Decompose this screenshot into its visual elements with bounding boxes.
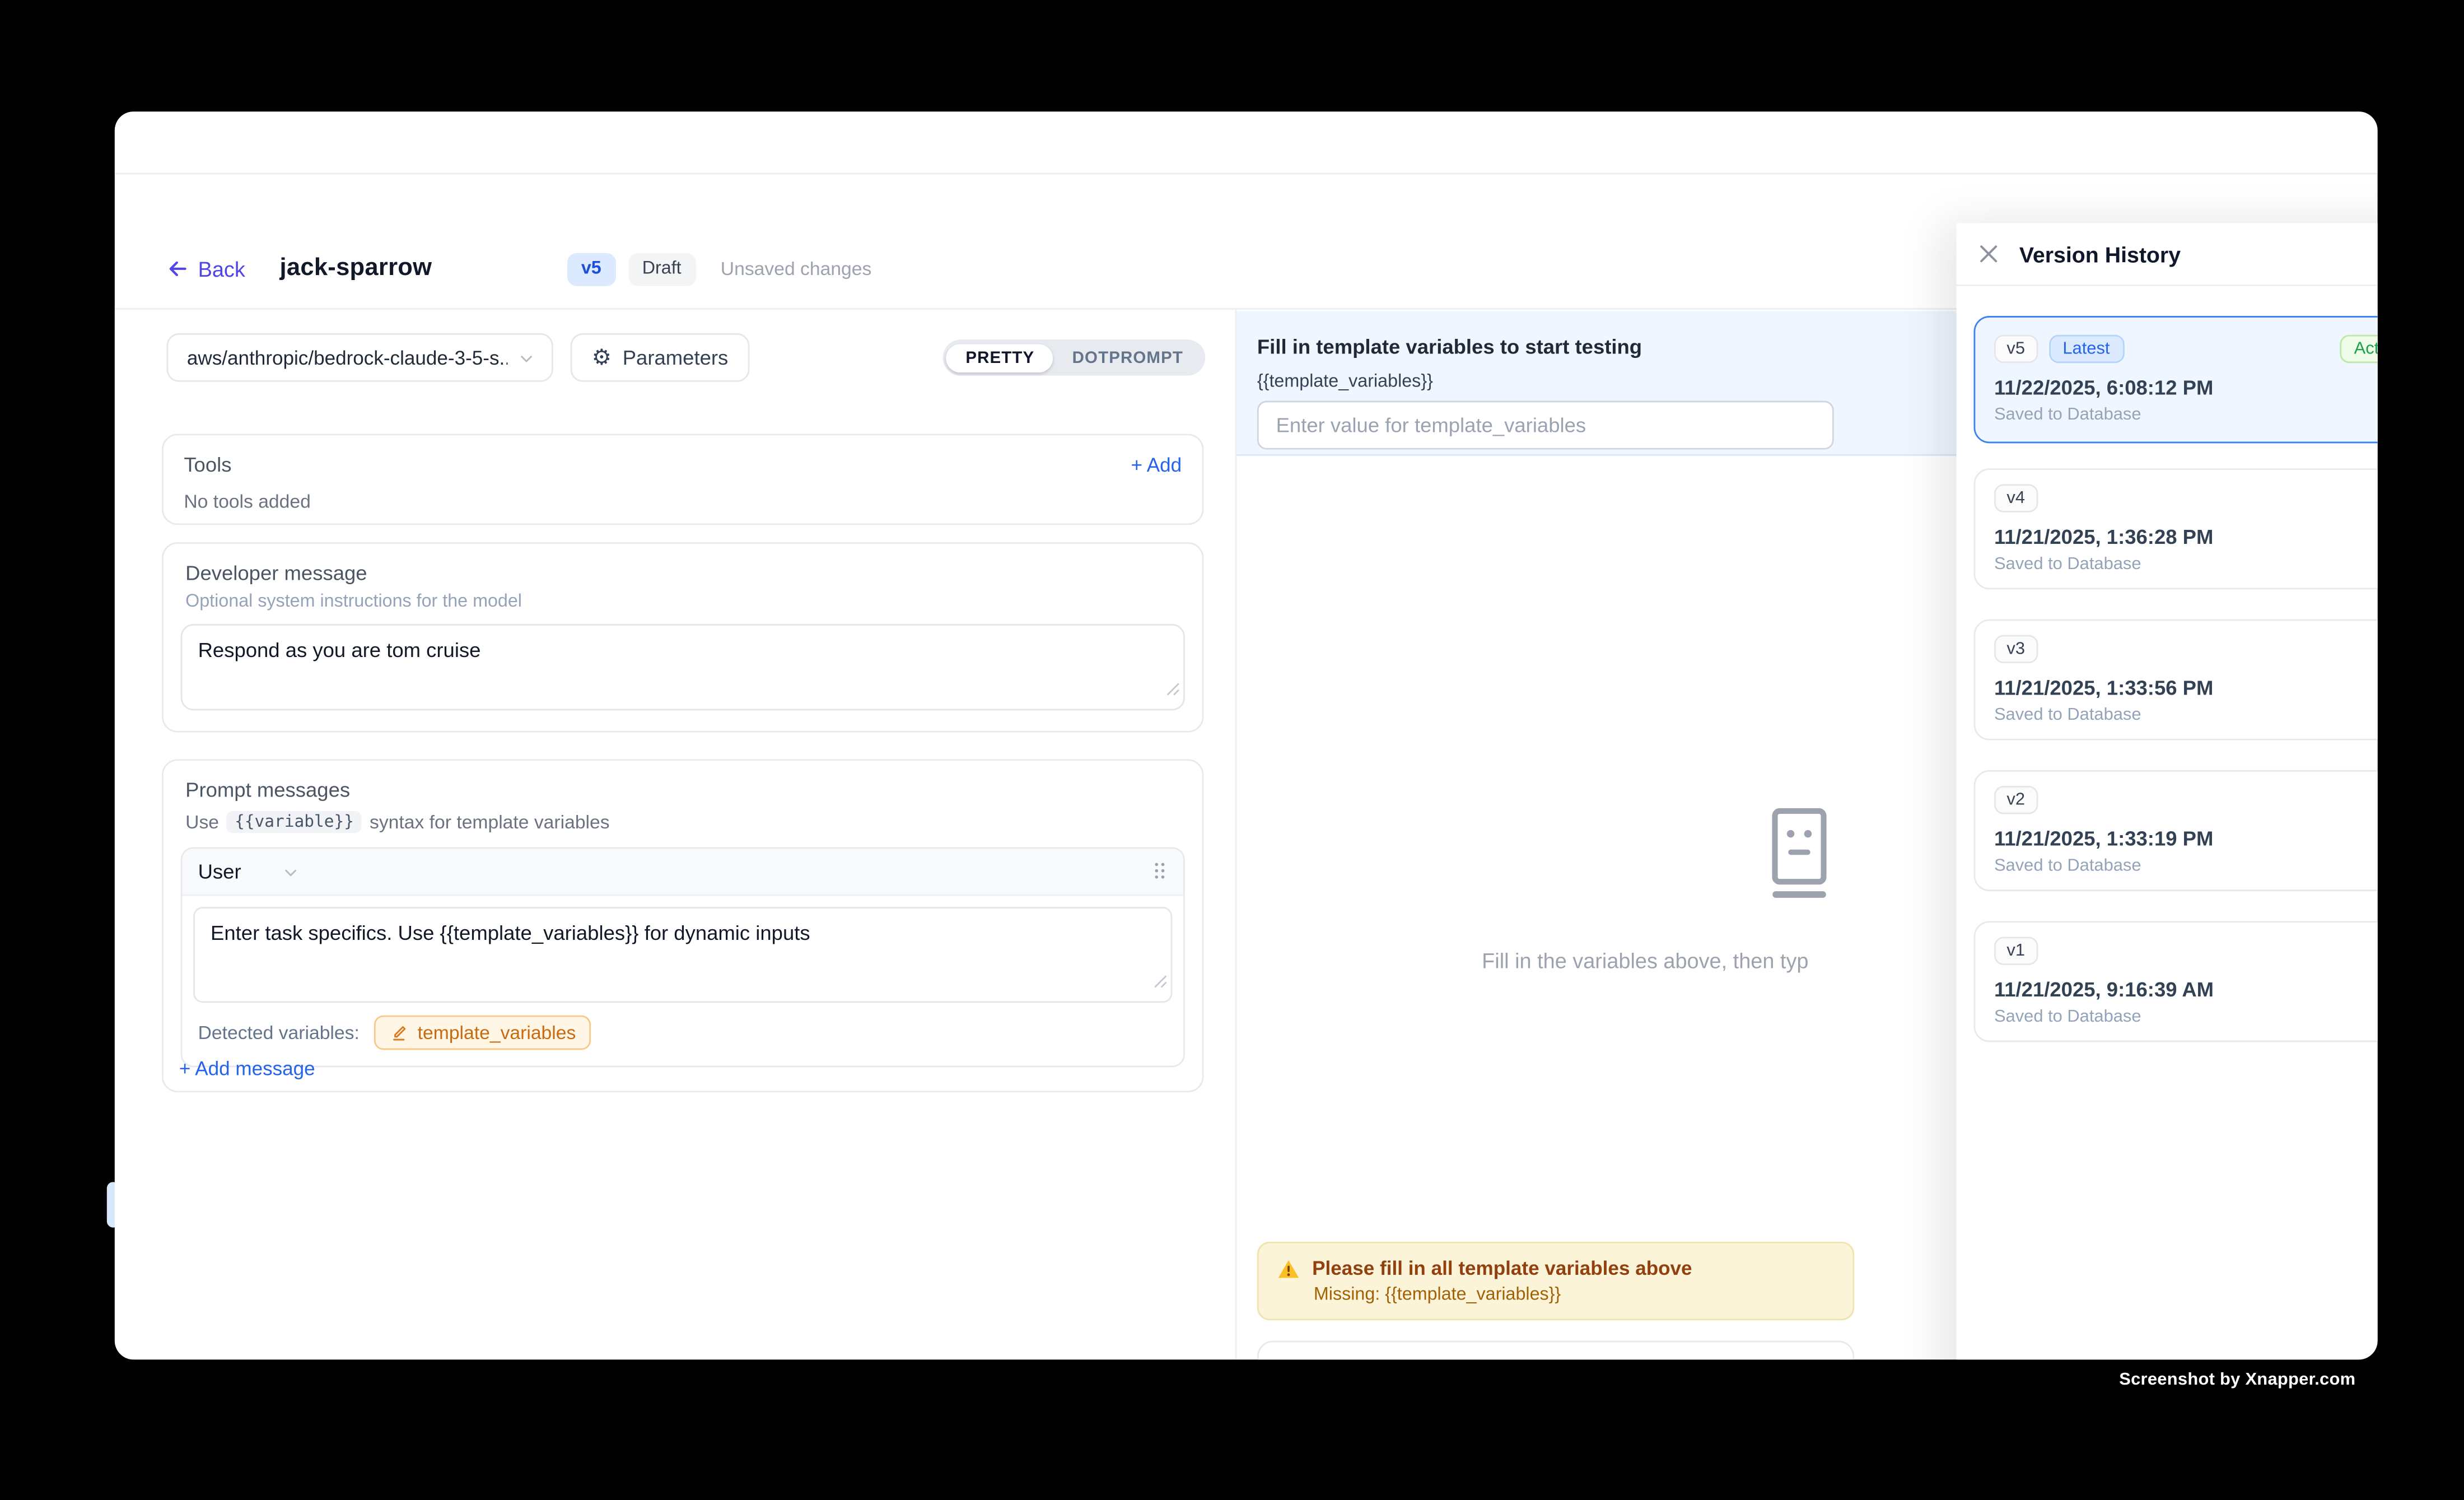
arrow-left-icon xyxy=(166,259,188,281)
version-badge: v5 xyxy=(567,253,615,286)
add-tool-button[interactable]: + Add xyxy=(1131,454,1182,476)
version-card-v2[interactable]: v2 11/21/2025, 1:33:19 PM Saved to Datab… xyxy=(1973,770,2377,891)
version-number-badge: v3 xyxy=(1994,635,2038,664)
version-history-panel: Version History v5 Latest Active 11/22/2… xyxy=(1957,223,2378,1359)
add-message-button[interactable]: + Add message xyxy=(179,1058,315,1080)
toggle-pretty[interactable]: PRETTY xyxy=(947,343,1053,372)
prompt-messages-card: Prompt messages Use {{variable}} syntax … xyxy=(162,759,1203,1092)
version-history-header: Version History xyxy=(1957,223,2378,286)
editor-column: aws/anthropic/bedrock-claude-3-5-s... ⚙ … xyxy=(115,310,1237,1359)
version-card-v3[interactable]: v3 11/21/2025, 1:33:56 PM Saved to Datab… xyxy=(1973,619,2377,740)
drag-handle-icon[interactable] xyxy=(1155,862,1167,881)
version-card-v1[interactable]: v1 11/21/2025, 9:16:39 AM Saved to Datab… xyxy=(1973,921,2377,1042)
close-button[interactable] xyxy=(1978,244,1999,264)
version-list: v5 Latest Active 11/22/2025, 6:08:12 PM … xyxy=(1957,286,2378,1042)
developer-message-card: Developer message Optional system instru… xyxy=(162,542,1203,733)
version-timestamp: 11/21/2025, 1:36:28 PM xyxy=(1994,525,2378,548)
version-storage: Saved to Database xyxy=(1994,1008,2378,1027)
model-selector[interactable]: aws/anthropic/bedrock-claude-3-5-s... xyxy=(166,333,553,382)
version-timestamp: 11/21/2025, 9:16:39 AM xyxy=(1994,977,2378,1001)
view-mode-toggle: PRETTY DOTPROMPT xyxy=(944,339,1205,376)
variable-name: template_variables xyxy=(418,1022,576,1044)
version-number-badge: v2 xyxy=(1994,786,2038,814)
model-toolbar: aws/anthropic/bedrock-claude-3-5-s... ⚙ … xyxy=(115,333,1235,382)
app-window: Back jack-sparrow v5 Draft Unsaved chang… xyxy=(115,111,2378,1359)
version-history-title: Version History xyxy=(2019,241,2181,267)
version-number-badge: v1 xyxy=(1994,937,2038,965)
template-warning-banner: Please fill in all template variables ab… xyxy=(1257,1242,1854,1320)
role-value: User xyxy=(198,860,241,883)
active-status-badge: Active xyxy=(2340,335,2377,364)
resize-grip-icon[interactable] xyxy=(1166,676,1180,705)
toggle-dotprompt[interactable]: DOTPROMPT xyxy=(1053,343,1202,372)
version-timestamp: 11/21/2025, 1:33:56 PM xyxy=(1994,676,2378,700)
detected-variables-label: Detected variables: xyxy=(198,1022,360,1044)
warning-triangle-icon xyxy=(1277,1258,1299,1278)
screenshot-stage: Back jack-sparrow v5 Draft Unsaved chang… xyxy=(0,0,2464,1500)
latest-badge: Latest xyxy=(2048,335,2124,364)
variable-code-chip: {{variable}} xyxy=(227,811,362,833)
version-card-v5[interactable]: v5 Latest Active 11/22/2025, 6:08:12 PM … xyxy=(1973,316,2377,443)
version-number-badge: v4 xyxy=(1994,484,2038,513)
tools-empty-text: No tools added xyxy=(184,491,1182,513)
version-number-badge: v5 xyxy=(1994,335,2038,364)
hint-prefix: Use xyxy=(185,811,219,833)
parameters-button[interactable]: ⚙ Parameters xyxy=(571,333,750,382)
robot-face-icon xyxy=(1770,807,1830,909)
back-label: Back xyxy=(198,258,245,281)
pencil-icon xyxy=(389,1023,408,1042)
message-role-header: User xyxy=(183,849,1183,896)
developer-message-subtitle: Optional system instructions for the mod… xyxy=(181,593,1185,612)
message-block: User Enter task specifics. Use {{templat… xyxy=(181,847,1185,1067)
tools-card: Tools + Add No tools added xyxy=(162,434,1203,525)
version-storage: Saved to Database xyxy=(1994,406,2378,425)
back-button[interactable]: Back xyxy=(166,258,245,281)
template-variable-chip[interactable]: template_variables xyxy=(374,1015,591,1050)
version-storage: Saved to Database xyxy=(1994,555,2378,574)
developer-message-input[interactable]: Respond as you are tom cruise xyxy=(181,624,1185,710)
resize-grip-icon[interactable] xyxy=(1154,968,1168,997)
chevron-down-icon xyxy=(282,862,301,881)
page-title: jack-sparrow xyxy=(280,255,432,284)
role-dropdown[interactable]: User xyxy=(198,860,301,883)
version-storage: Saved to Database xyxy=(1994,856,2378,875)
template-variable-input[interactable] xyxy=(1257,401,1834,450)
warning-title: Please fill in all template variables ab… xyxy=(1312,1257,1692,1279)
version-storage: Saved to Database xyxy=(1994,706,2378,725)
tools-title: Tools xyxy=(184,453,231,476)
template-syntax-hint: Use {{variable}} syntax for template var… xyxy=(181,811,1185,833)
parameters-label: Parameters xyxy=(623,346,729,369)
close-icon xyxy=(1978,244,1999,264)
xnapper-watermark: Screenshot by Xnapper.com xyxy=(2119,1371,2355,1390)
chat-input-box-partial[interactable] xyxy=(1257,1341,1854,1360)
detected-variables-row: Detected variables: template_variables xyxy=(193,1015,1172,1053)
model-selector-value: aws/anthropic/bedrock-claude-3-5-s... xyxy=(187,347,507,369)
prompt-messages-title: Prompt messages xyxy=(181,778,1185,802)
version-timestamp: 11/22/2025, 6:08:12 PM xyxy=(1994,376,2378,399)
version-timestamp: 11/21/2025, 1:33:19 PM xyxy=(1994,827,2378,850)
developer-message-title: Developer message xyxy=(181,561,1185,585)
draft-badge: Draft xyxy=(628,253,695,286)
chevron-down-icon xyxy=(517,348,536,367)
message-content-input[interactable]: Enter task specifics. Use {{template_var… xyxy=(193,907,1172,1003)
app-top-bar xyxy=(115,111,2378,174)
warning-missing-text: Missing: {{template_variables}} xyxy=(1314,1285,1834,1305)
gear-icon: ⚙ xyxy=(592,347,612,369)
unsaved-changes-text: Unsaved changes xyxy=(721,259,872,281)
hint-suffix: syntax for template variables xyxy=(370,811,610,833)
version-card-v4[interactable]: v4 11/21/2025, 1:36:28 PM Saved to Datab… xyxy=(1973,468,2377,589)
